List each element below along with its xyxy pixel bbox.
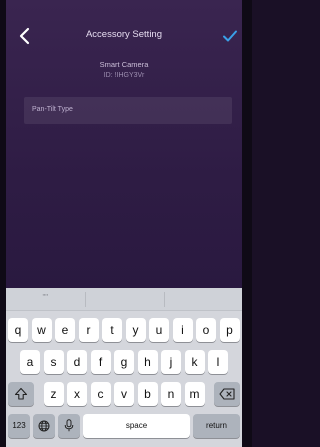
microphone-icon: [64, 419, 74, 432]
key-i[interactable]: i: [172, 318, 193, 342]
field-label: Pan-Tilt Type: [32, 106, 73, 113]
app-screen: Accessory Setting Smart Camera ID: !IHGY…: [0, 0, 252, 447]
microphone-key[interactable]: [58, 414, 80, 438]
key-u[interactable]: u: [149, 318, 169, 342]
key-j[interactable]: j: [161, 350, 181, 374]
device-id: ID: !IHGY3Vr: [103, 72, 145, 79]
key-d[interactable]: d: [67, 350, 87, 374]
key-n[interactable]: n: [161, 382, 181, 406]
key-v[interactable]: v: [114, 382, 134, 406]
key-h[interactable]: h: [137, 350, 158, 374]
page-title: Accessory Setting: [85, 29, 163, 40]
key-f[interactable]: f: [90, 350, 111, 374]
globe-icon: [38, 420, 50, 432]
key-p[interactable]: p: [219, 318, 240, 342]
globe-key[interactable]: [33, 414, 55, 438]
key-s[interactable]: s: [43, 350, 64, 374]
device-name: Smart Camera: [99, 60, 149, 69]
right-edge: [242, 0, 252, 447]
prediction-3[interactable]: [165, 288, 244, 311]
delete-key[interactable]: [214, 382, 240, 406]
prediction-1[interactable]: "": [6, 288, 85, 311]
checkmark-icon[interactable]: [222, 28, 238, 44]
key-m[interactable]: m: [184, 382, 205, 406]
key-q[interactable]: q: [8, 318, 28, 342]
key-a[interactable]: a: [20, 350, 40, 374]
key-o[interactable]: o: [196, 318, 216, 342]
key-g[interactable]: g: [114, 350, 134, 374]
on-screen-keyboard: "" q w e r t y u i o p a s d f g h j k l: [6, 288, 242, 447]
pan-tilt-type-field[interactable]: Pan-Tilt Type: [24, 97, 232, 124]
delete-icon: [219, 388, 235, 400]
key-t[interactable]: t: [102, 318, 122, 342]
key-e[interactable]: e: [55, 318, 75, 342]
key-b[interactable]: b: [137, 382, 158, 406]
key-x[interactable]: x: [67, 382, 87, 406]
key-z[interactable]: z: [43, 382, 64, 406]
key-w[interactable]: w: [31, 318, 52, 342]
predictive-text-bar: "": [6, 288, 242, 311]
key-r[interactable]: r: [78, 318, 99, 342]
key-k[interactable]: k: [184, 350, 205, 374]
key-c[interactable]: c: [90, 382, 111, 406]
key-y[interactable]: y: [125, 318, 146, 342]
key-l[interactable]: l: [208, 350, 228, 374]
shift-icon: [14, 387, 28, 400]
space-key[interactable]: space: [83, 414, 190, 438]
numbers-key[interactable]: 123: [8, 414, 30, 438]
navigation-bar: Accessory Setting: [6, 24, 242, 48]
prediction-2[interactable]: [86, 288, 165, 311]
return-key[interactable]: return: [193, 414, 240, 438]
shift-key[interactable]: [8, 382, 34, 406]
